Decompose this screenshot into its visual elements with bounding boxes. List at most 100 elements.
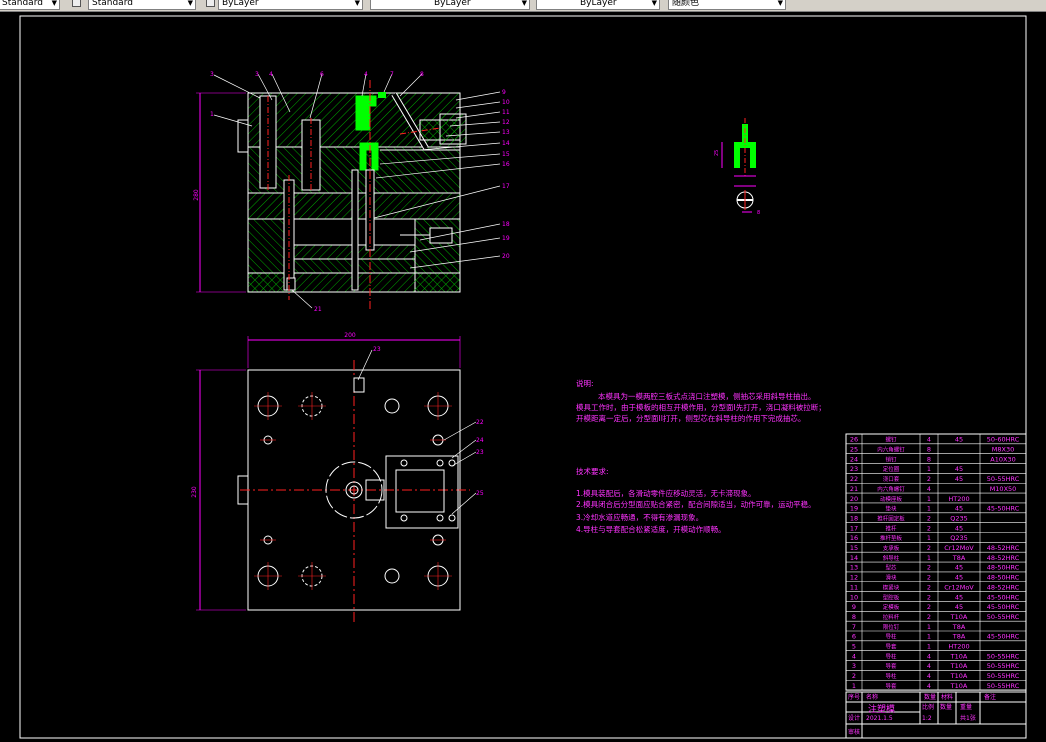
svg-text:比例: 比例 — [922, 703, 934, 711]
bom-cell: 2 — [927, 544, 931, 552]
bom-cell: 2 — [927, 583, 931, 591]
svg-text:13: 13 — [502, 129, 510, 136]
plotstyle-select[interactable]: 随颜色 ▼ — [668, 0, 786, 10]
bom-cell: 1 — [927, 495, 931, 503]
chevron-down-icon: ▼ — [777, 0, 783, 7]
svg-text:2021.1.5: 2021.1.5 — [866, 715, 893, 722]
bom-cell: 2 — [927, 593, 931, 601]
bom-cell: 1 — [927, 623, 931, 631]
bom-cell: 4 — [927, 485, 931, 493]
bom-cell: 45-50HRC — [987, 633, 1020, 641]
bom-cell: 45 — [955, 603, 963, 611]
bom-cell: 4 — [852, 652, 856, 660]
bom-cell: 2 — [927, 524, 931, 532]
text-style-icon[interactable] — [72, 0, 81, 7]
svg-text:11: 11 — [502, 109, 510, 116]
linetype-select[interactable]: ByLayer ▼ — [370, 0, 530, 10]
bom-cell: 2 — [927, 574, 931, 582]
bom-cell: 3 — [852, 662, 856, 670]
svg-text:7: 7 — [390, 71, 394, 78]
bom-cell: 50-55HRC — [987, 662, 1020, 670]
bom-cell: 导套 — [885, 643, 897, 651]
bom-cell: HT200 — [948, 643, 969, 651]
bom-cell: 11 — [850, 583, 858, 591]
bom-cell: 滑块 — [885, 574, 897, 582]
svg-text:数量: 数量 — [924, 693, 936, 701]
bom-cell: 48-52HRC — [987, 544, 1020, 552]
plan-height-text: 230 — [191, 486, 198, 498]
bom-cell: 24 — [850, 455, 858, 463]
svg-text:24: 24 — [476, 437, 484, 444]
svg-text:3.冷却水道应畅通，不得有渗漏现象。: 3.冷却水道应畅通，不得有渗漏现象。 — [576, 512, 703, 522]
bom-cell: 2 — [927, 564, 931, 572]
svg-text:8: 8 — [757, 210, 760, 216]
bom-cell: 导套 — [885, 682, 897, 690]
bom-cell: 15 — [850, 544, 858, 552]
svg-text:6: 6 — [320, 71, 324, 78]
layer-icon[interactable] — [206, 0, 215, 7]
svg-text:共1张: 共1张 — [960, 714, 976, 722]
bom-cell: 1 — [927, 554, 931, 562]
svg-text:9: 9 — [502, 89, 506, 96]
svg-text:4: 4 — [364, 71, 368, 78]
bom-cell: 导柱 — [885, 652, 897, 660]
bom-cell: 45 — [955, 593, 963, 601]
svg-text:18: 18 — [502, 221, 510, 228]
bom-cell: 型腔板 — [883, 593, 900, 601]
bom-cell: A10X30 — [990, 455, 1015, 463]
svg-text:1:2: 1:2 — [922, 715, 932, 722]
bom-cell: 4 — [927, 672, 931, 680]
svg-text:22: 22 — [476, 419, 484, 426]
title-block: 序号 名称 数量 材料 备注 注塑模 比例 数量 重量 1:2 共1张 设计 审… — [845, 691, 1027, 739]
bom-cell: 2 — [927, 613, 931, 621]
color-select[interactable]: ByLayer ▼ — [218, 0, 363, 10]
bom-cell: 楔紧块 — [883, 583, 900, 591]
bom-cell: 2 — [927, 603, 931, 611]
bom-cell: 1 — [927, 643, 931, 651]
svg-text:3: 3 — [255, 71, 259, 78]
bom-cell: 9 — [852, 603, 856, 611]
svg-text:12: 12 — [502, 119, 510, 126]
svg-text:模具工作时，由于模板的相互开模作用，分型面I先打开，浇口凝料: 模具工作时，由于模板的相互开模作用，分型面I先打开，浇口凝料被拉断； — [576, 402, 826, 412]
bom-cell: 4 — [927, 436, 931, 444]
svg-text:20: 20 — [502, 253, 510, 260]
bom-cell: 19 — [850, 505, 858, 513]
svg-text:8: 8 — [420, 71, 424, 78]
bom-cell: M8X30 — [992, 446, 1014, 454]
bom-cell: T8A — [952, 623, 966, 631]
tech-heading: 技术要求: — [576, 466, 609, 476]
notes-heading: 说明: — [576, 378, 594, 388]
bom-cell: 限位钉 — [883, 623, 900, 631]
bom-cell: 45 — [955, 524, 963, 532]
svg-text:19: 19 — [502, 235, 510, 242]
bom-cell: 1 — [927, 534, 931, 542]
svg-text:16: 16 — [502, 161, 510, 168]
bom-cell: 48-50HRC — [987, 564, 1020, 572]
bom-cell: Q235 — [950, 514, 968, 522]
bom-cell: 内六角螺钉 — [877, 446, 905, 454]
chevron-down-icon: ▼ — [187, 0, 193, 7]
bom-cell: 2 — [927, 475, 931, 483]
dim-style-select[interactable]: Standard ▼ — [88, 0, 196, 10]
chevron-down-icon: ▼ — [354, 0, 360, 7]
sprue-puller — [351, 169, 359, 291]
bom-cell: 8 — [927, 455, 931, 463]
bom-cell: 螺钉 — [885, 436, 897, 444]
bom-cell: 18 — [850, 514, 858, 522]
bom-cell: 50-55HRC — [987, 672, 1020, 680]
bom-cell: 推杆垫板 — [880, 534, 903, 542]
bom-cell: 50-55HRC — [987, 613, 1020, 621]
bom-cell: 2 — [927, 514, 931, 522]
drawing-canvas[interactable]: 280 3 1 3 4 6 4 7 8 9 10 11 12 13 14 15 … — [0, 12, 1046, 742]
svg-text:17: 17 — [502, 183, 510, 190]
text-style-select[interactable]: Standard ▼ — [0, 0, 60, 10]
bom-cell: 45-50HRC — [987, 505, 1020, 513]
svg-text:材料: 材料 — [941, 693, 953, 701]
bom-cell: HT200 — [948, 495, 969, 503]
bom-cell: 垫块 — [885, 505, 897, 513]
svg-text:名称: 名称 — [866, 693, 878, 701]
bom-cell: 浇口套 — [883, 475, 900, 483]
svg-text:审核: 审核 — [848, 728, 860, 736]
locating-lug — [237, 119, 249, 153]
lineweight-select[interactable]: ByLayer ▼ — [536, 0, 660, 10]
